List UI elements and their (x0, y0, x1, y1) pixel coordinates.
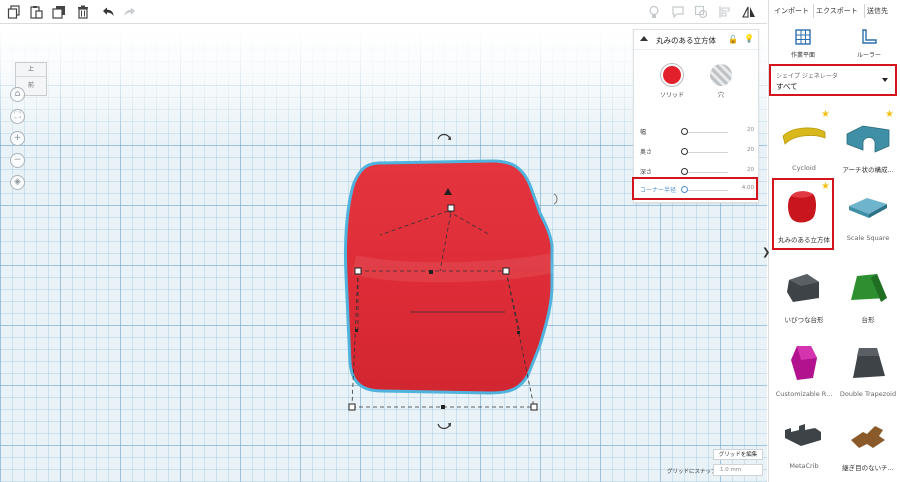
left-handle[interactable] (354, 267, 362, 275)
copy-icon[interactable] (6, 4, 22, 20)
library-item-seamless[interactable]: 継ぎ目のないチ... (837, 410, 899, 476)
zoom-in-icon[interactable]: + (10, 131, 25, 146)
side-handle-right[interactable] (517, 331, 520, 334)
workplane-tool[interactable]: 作業平面 (783, 28, 823, 59)
panel-collapse-icon[interactable]: ❯ (762, 247, 770, 258)
duplicate-icon[interactable] (51, 4, 67, 20)
inspector-title: 丸みのある立方体 (656, 36, 716, 45)
param-value[interactable]: 20 (747, 167, 754, 173)
zoom-out-icon[interactable]: − (10, 153, 25, 168)
hole-label: 穴 (717, 92, 724, 99)
ruler-icon (862, 29, 877, 44)
param-slider-knob[interactable] (681, 168, 688, 175)
import-button[interactable]: インポート (772, 4, 811, 18)
workplane-icon (795, 29, 811, 45)
param-slider-track[interactable] (682, 132, 728, 133)
library-item-label: Cycloid (792, 164, 816, 172)
param-slider-knob[interactable] (681, 148, 688, 155)
bottom-handle[interactable] (441, 405, 445, 409)
library-item-irregular-trapezoid[interactable]: いびつな台形 (773, 262, 835, 328)
solid-label: ソリッド (659, 92, 684, 99)
seamless-thumbnail (851, 426, 885, 448)
corner-handle-bl[interactable] (348, 403, 356, 411)
irregular-trapezoid-thumbnail (787, 274, 819, 302)
ruler-label: ルーラー (856, 52, 881, 59)
highlight-corner-radius (632, 177, 758, 200)
light-icon[interactable] (646, 4, 662, 20)
library-item-arch[interactable]: アーチ状の構成... (837, 112, 899, 178)
notes-icon[interactable] (670, 4, 686, 20)
library-item-customizable[interactable]: Customizable R... (773, 338, 835, 404)
trapezoid-thumbnail (851, 274, 887, 302)
snap-grid-select[interactable]: 1.0 mm (713, 464, 763, 476)
library-item-double-trapezoid[interactable]: Double Trapezoid (837, 338, 899, 404)
shape-category-select[interactable]: シェイプ ジェネレータ すべて (769, 64, 897, 96)
rotate-top-handle[interactable] (436, 130, 452, 142)
align-icon[interactable] (717, 4, 733, 20)
edit-grid-button[interactable]: グリッドを編集 (713, 449, 763, 460)
corner-handle-br[interactable] (530, 403, 538, 411)
param-value[interactable]: 20 (747, 147, 754, 153)
collapse-caret-icon[interactable] (640, 36, 648, 41)
library-header: インポート エクスポート 送信先 (769, 0, 900, 22)
library-item-label: MetaCrib (789, 462, 819, 470)
double-trapezoid-thumbnail (853, 348, 885, 378)
rounded-cube-shape[interactable] (340, 155, 570, 425)
group-icon[interactable] (693, 4, 709, 20)
library-item-label: Customizable R... (775, 390, 833, 398)
fit-view-icon[interactable]: ⛶ (10, 109, 25, 124)
param-slider-track[interactable] (682, 172, 728, 173)
dropdown-arrow-icon (882, 78, 888, 82)
star-icon[interactable]: ★ (885, 110, 895, 120)
param-depth: 奥さ 20 (640, 146, 754, 158)
scale-square-thumbnail (849, 198, 887, 218)
export-button[interactable]: エクスポート (813, 4, 860, 18)
delete-icon[interactable] (75, 4, 91, 20)
inspector-header: 丸みのある立方体 🔓 💡 (634, 30, 758, 50)
ruler-tool[interactable]: ルーラー (849, 28, 889, 59)
right-handle[interactable] (502, 267, 510, 275)
metacrib-thumbnail (785, 424, 821, 446)
param-label: 幅 (640, 129, 647, 136)
param-label: 奥さ (640, 149, 653, 156)
mid-handle[interactable] (429, 270, 433, 274)
library-item-scale-square[interactable]: Scale Square (837, 182, 899, 248)
view-cube-top[interactable]: 上 (16, 63, 46, 77)
top-toolbar (0, 0, 767, 24)
undo-icon[interactable] (100, 4, 116, 20)
mirror-icon[interactable] (741, 4, 757, 20)
light-bulb-icon[interactable]: 💡 (744, 34, 754, 43)
redo-icon[interactable] (122, 4, 138, 20)
shape-select-value: すべて (776, 82, 798, 91)
customizable-thumbnail (791, 346, 817, 380)
library-item-label: 台形 (861, 316, 875, 324)
param-value[interactable]: 20 (747, 127, 754, 133)
home-view-icon[interactable]: ⌂ (10, 87, 25, 102)
shape-select-caption: シェイプ ジェネレータ (776, 73, 838, 80)
library-item-cycloid[interactable]: Cycloid (773, 112, 835, 178)
library-item-trapezoid[interactable]: 台形 (837, 262, 899, 328)
perspective-icon[interactable]: ◈ (10, 175, 25, 190)
hole-button[interactable] (710, 64, 732, 86)
library-item-label: 継ぎ目のないチ... (842, 464, 894, 472)
top-handle[interactable] (447, 204, 455, 212)
library-item-label: Scale Square (846, 234, 890, 242)
star-icon[interactable]: ★ (821, 110, 831, 120)
solid-button[interactable] (661, 64, 683, 86)
lock-icon[interactable]: 🔓 (728, 35, 738, 44)
workplane-label: 作業平面 (790, 52, 815, 59)
param-slider-knob[interactable] (681, 128, 688, 135)
library-item-metacrib[interactable]: MetaCrib (773, 410, 835, 476)
library-item-label: アーチ状の構成... (842, 166, 894, 174)
param-label: 深さ (640, 169, 653, 176)
library-item-label: Double Trapezoid (839, 390, 897, 398)
send-button[interactable]: 送信先 (864, 4, 890, 18)
snap-grid-label: グリッドにスナップ (667, 469, 717, 475)
side-handle-left[interactable] (355, 329, 358, 332)
library-item-label: いびつな台形 (784, 316, 824, 324)
param-width: 幅 20 (640, 126, 754, 138)
param-slider-track[interactable] (682, 152, 728, 153)
highlight-rounded-cube-item (772, 178, 834, 250)
paste-icon[interactable] (28, 4, 44, 20)
